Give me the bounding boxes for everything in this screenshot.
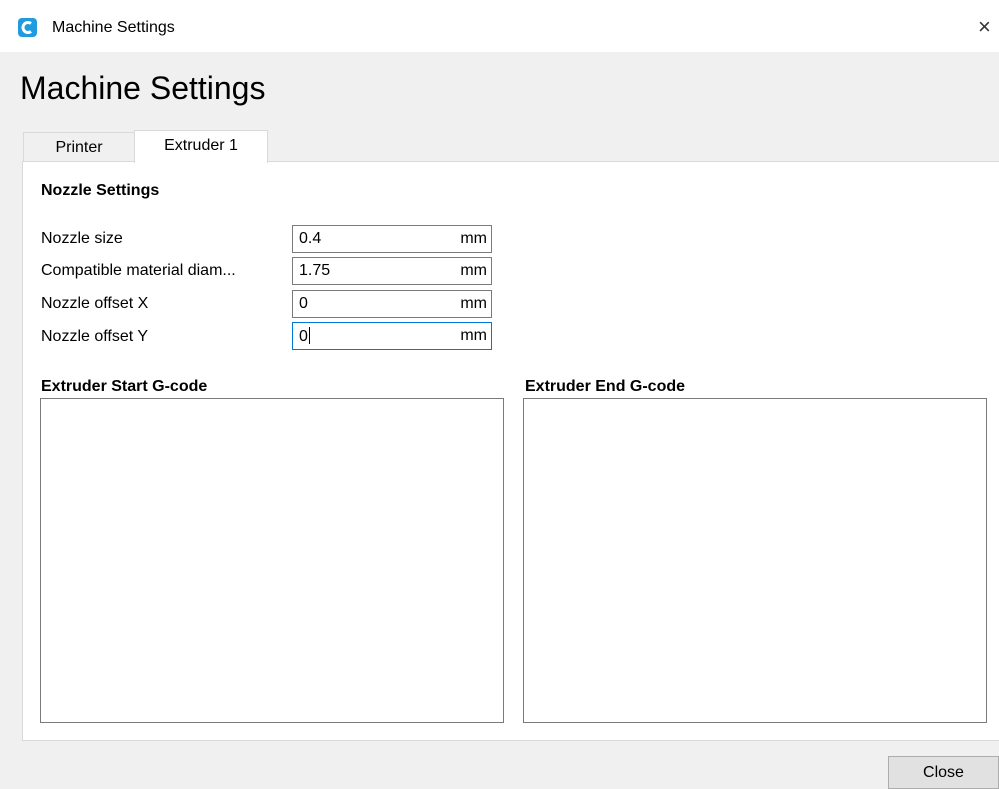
nozzle-size-label: Nozzle size (41, 230, 123, 247)
nozzle-size-field[interactable]: 0.4 mm (292, 225, 492, 253)
nozzle-offset-x-label: Nozzle offset X (41, 295, 149, 312)
tab-extruder-1[interactable]: Extruder 1 (134, 130, 268, 163)
start-gcode-textarea[interactable] (40, 398, 504, 723)
nozzle-size-unit: mm (460, 230, 487, 247)
page-title: Machine Settings (20, 70, 266, 106)
end-gcode-textarea[interactable] (523, 398, 987, 723)
end-gcode-title: Extruder End G-code (525, 378, 686, 395)
material-diameter-label: Compatible material diam... (41, 262, 236, 279)
material-diameter-field[interactable]: 1.75 mm (292, 257, 492, 285)
nozzle-offset-x-value: 0 (299, 295, 308, 312)
tab-printer[interactable]: Printer (23, 132, 135, 163)
nozzle-size-value: 0.4 (299, 230, 322, 247)
nozzle-settings-title: Nozzle Settings (41, 182, 160, 199)
text-caret (308, 327, 310, 344)
nozzle-offset-x-field[interactable]: 0 mm (292, 290, 492, 318)
window-title: Machine Settings (52, 19, 175, 36)
title-bar: Machine Settings × (0, 0, 999, 52)
nozzle-offset-y-value: 0 (299, 328, 308, 345)
material-diameter-value: 1.75 (299, 262, 331, 279)
start-gcode-title: Extruder Start G-code (41, 378, 208, 395)
nozzle-offset-y-label: Nozzle offset Y (41, 328, 149, 345)
material-diameter-unit: mm (460, 262, 487, 279)
cura-logo-icon (18, 18, 37, 37)
nozzle-offset-y-unit: mm (460, 327, 487, 344)
close-icon[interactable]: × (978, 16, 999, 38)
nozzle-offset-x-unit: mm (460, 295, 487, 312)
close-button[interactable]: Close (888, 756, 999, 789)
nozzle-offset-y-value-wrap: 0 (299, 327, 310, 346)
nozzle-offset-y-field[interactable]: 0 mm (292, 322, 492, 350)
